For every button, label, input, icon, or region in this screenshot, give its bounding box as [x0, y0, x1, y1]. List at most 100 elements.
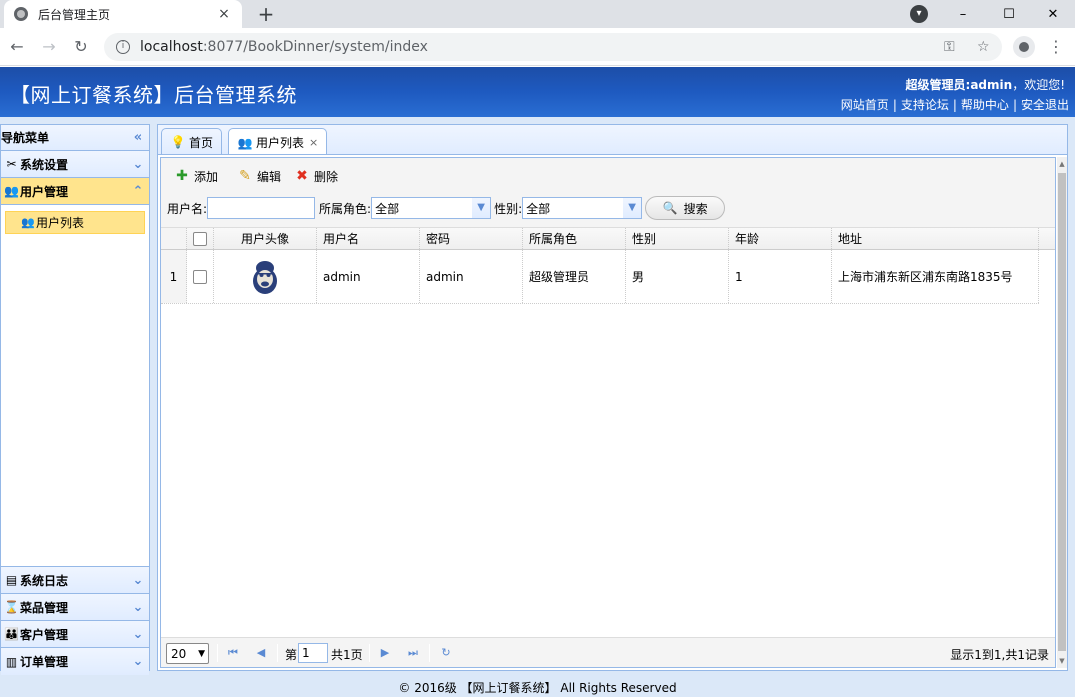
sidebar-group-system-settings[interactable]: ✂ 系统设置 ⌄ [1, 151, 149, 178]
sidebar-group-system-log[interactable]: ▤ 系统日志 ⌄ [1, 567, 149, 594]
users-icon: 👥 [21, 216, 35, 229]
select-all-checkbox-cell[interactable] [187, 228, 214, 249]
next-page-icon[interactable]: ▶ [377, 645, 393, 661]
app-header: 【网上订餐系统】后台管理系统 超级管理员:admin，欢迎您! 网站首页 | 支持论… [0, 67, 1075, 117]
hourglass-icon: ⌛ [4, 600, 19, 614]
column-username[interactable]: 用户名 [317, 228, 420, 249]
chevron-up-icon: ⌃ [132, 183, 144, 199]
cell-age: 1 [729, 250, 832, 303]
tab-close-icon[interactable]: × [309, 136, 318, 149]
reload-icon[interactable]: ↻ [70, 36, 92, 58]
forward-arrow-icon[interactable]: → [38, 36, 60, 58]
column-avatar[interactable]: 用户头像 [214, 228, 317, 249]
select-all-checkbox[interactable] [193, 231, 207, 246]
window-close-button[interactable]: ✕ [1030, 0, 1075, 28]
pagination-bar: 20 ▼ ⏮ ◀ 第 1 共1页 ▶ ⏭ ↻ 显示1到1,共1记录 [161, 637, 1055, 667]
chevron-down-icon: ▼ [198, 648, 205, 659]
rownum-header [161, 228, 187, 249]
column-password[interactable]: 密码 [420, 228, 523, 249]
username-input[interactable] [207, 197, 316, 219]
sidebar-group-customer-management[interactable]: 👪 客户管理 ⌄ [1, 621, 149, 648]
address-bar[interactable]: i localhost:8077/BookDinner/system/index [104, 33, 1002, 61]
column-age[interactable]: 年龄 [729, 228, 832, 249]
cell-gender: 男 [626, 250, 729, 303]
users-icon: 👥 [237, 135, 253, 150]
page-total: 共1页 [331, 648, 363, 662]
chevron-down-icon: ⌄ [132, 156, 144, 172]
home-link[interactable]: 网站首页 [841, 98, 889, 112]
key-icon[interactable]: ⚿ [944, 39, 955, 55]
user-avatar-image [253, 260, 277, 294]
table-row[interactable]: 1 admin admin 超级管理员 男 1 上海市浦东新区浦东南路1835号 [161, 250, 1039, 304]
delete-button[interactable]: ✖ 删除 [294, 167, 338, 185]
sidebar-title: 导航菜单 [1, 131, 50, 145]
column-gender[interactable]: 性别 [626, 228, 729, 249]
tab-user-list[interactable]: 👥 用户列表 × [228, 128, 328, 156]
role-label: 所属角色: [319, 201, 372, 216]
welcome-text: 超级管理员:admin，欢迎您! [905, 78, 1065, 92]
row-checkbox[interactable] [193, 269, 207, 284]
maximize-button[interactable]: ☐ [986, 0, 1032, 28]
pager-separator [277, 644, 278, 662]
user-avatar-cell [214, 250, 317, 303]
chevron-down-icon: ⌄ [132, 599, 144, 615]
header-links: 网站首页 | 支持论坛 | 帮助中心 | 安全退出 [840, 98, 1069, 112]
search-filter: 用户名: 所属角色: 全部 ▼ 性别: 全部 ▼ 🔍 搜索 [167, 196, 726, 220]
datagrid: ✚ 添加 ✎ 编辑 ✖ 删除 用户名: 所属角色: 全部 ▼ 性别: 全部 ▼ … [160, 157, 1056, 668]
back-arrow-icon[interactable]: ← [6, 36, 28, 58]
sidebar-group-order-management[interactable]: ▥ 订单管理 ⌄ [1, 648, 149, 675]
page-number-input[interactable]: 1 [298, 643, 328, 663]
refresh-icon[interactable]: ↻ [438, 645, 454, 661]
tools-icon: ✂ [6, 157, 17, 171]
last-page-icon[interactable]: ⏭ [405, 645, 421, 661]
new-tab-button[interactable]: + [254, 2, 278, 26]
cell-password: admin [420, 250, 523, 303]
sidebar-item-user-list[interactable]: 👥 用户列表 [5, 211, 145, 234]
app-title: 【网上订餐系统】后台管理系统 [10, 83, 297, 107]
grid-header: 用户头像 用户名 密码 所属角色 性别 年龄 地址 [161, 228, 1055, 250]
vertical-scrollbar[interactable]: ▲ ▼ [1057, 157, 1067, 668]
browser-tabstrip: 后台管理主页 × + ▾ – ☐ ✕ [0, 0, 1075, 28]
column-address[interactable]: 地址 [832, 228, 1039, 249]
globe-icon [14, 7, 28, 21]
tabs-bar: 💡 首页 👥 用户列表 × [157, 124, 1068, 156]
profile-icon[interactable] [1013, 36, 1035, 58]
edit-button[interactable]: ✎ 编辑 [237, 167, 281, 185]
page-size-select[interactable]: 20 ▼ [166, 643, 209, 664]
column-role[interactable]: 所属角色 [523, 228, 626, 249]
minimize-button[interactable]: – [940, 0, 986, 28]
menu-dots-icon[interactable]: ⋮ [1048, 37, 1064, 56]
tab-search-icon[interactable]: ▾ [910, 5, 928, 23]
scroll-up-icon[interactable]: ▲ [1057, 157, 1067, 171]
forum-link[interactable]: 支持论坛 [901, 98, 949, 112]
tab-home[interactable]: 💡 首页 [161, 128, 223, 155]
row-checkbox-cell[interactable] [187, 250, 214, 303]
sidebar-group-user-management[interactable]: 👥 用户管理 ⌃ [1, 178, 149, 205]
collapse-icon[interactable]: « [127, 130, 149, 145]
search-button[interactable]: 🔍 搜索 [645, 196, 726, 220]
star-icon[interactable]: ☆ [977, 39, 990, 55]
grid-toolbar: ✚ 添加 ✎ 编辑 ✖ 删除 用户名: 所属角色: 全部 ▼ 性别: 全部 ▼ … [161, 158, 1055, 228]
log-icon: ▤ [5, 573, 18, 587]
chevron-down-icon: ▼ [472, 198, 491, 218]
sidebar-header: 导航菜单 « [1, 125, 149, 151]
help-link[interactable]: 帮助中心 [961, 98, 1009, 112]
address-url: localhost:8077/BookDinner/system/index [140, 39, 428, 55]
scroll-down-icon[interactable]: ▼ [1057, 654, 1067, 668]
scroll-thumb[interactable] [1058, 173, 1066, 651]
sidebar: 导航菜单 « ✂ 系统设置 ⌄ 👥 用户管理 ⌃ 👥 用户列表 ▤ 系统日志 ⌄… [0, 124, 150, 675]
sidebar-group-dish-management[interactable]: ⌛ 菜品管理 ⌄ [1, 594, 149, 621]
prev-page-icon[interactable]: ◀ [253, 645, 269, 661]
first-page-icon[interactable]: ⏮ [225, 645, 241, 661]
info-icon[interactable]: i [116, 40, 130, 54]
browser-tab[interactable]: 后台管理主页 × [4, 0, 242, 28]
logout-link[interactable]: 安全退出 [1021, 98, 1069, 112]
role-select[interactable]: 全部 ▼ [371, 197, 492, 219]
tab-close-icon[interactable]: × [216, 6, 232, 22]
gender-select[interactable]: 全部 ▼ [522, 197, 643, 219]
users-icon: 👥 [4, 184, 19, 198]
delete-x-icon: ✖ [296, 168, 308, 184]
plus-icon: ✚ [176, 168, 188, 184]
add-button[interactable]: ✚ 添加 [174, 167, 218, 185]
footer: © 2016级 【网上订餐系统】 All Rights Reserved [0, 680, 1075, 697]
